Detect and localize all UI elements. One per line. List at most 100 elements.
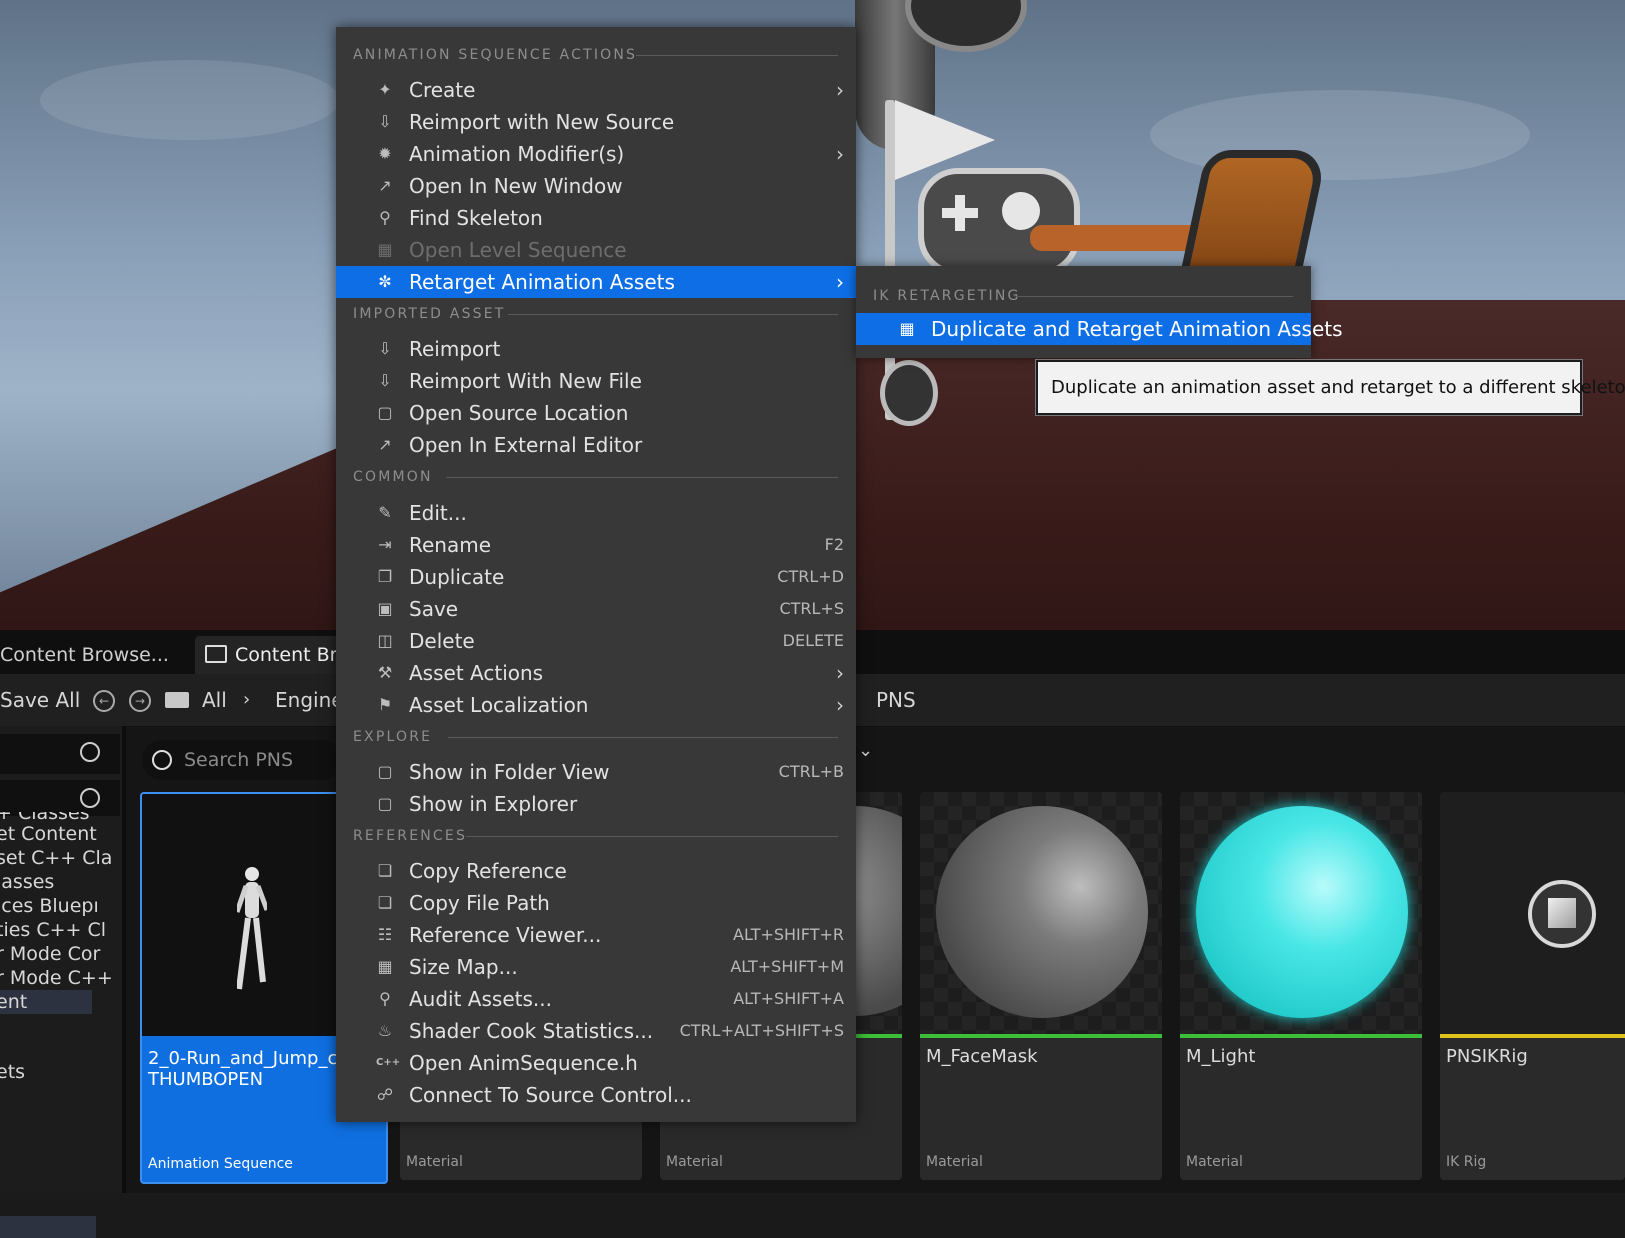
pencil-icon: ✎ (378, 503, 392, 522)
search-icon: ⚲ (379, 208, 391, 227)
menu-item-audit-assets[interactable]: ⚲ Audit Assets... ALT+SHIFT+A (336, 983, 856, 1015)
menu-item-asset-localization[interactable]: ⚑ Asset Localization › (336, 689, 856, 721)
cpp-icon: C++ (376, 1057, 401, 1068)
menu-item-connect-to-source-control[interactable]: ☍ Connect To Source Control... (336, 1079, 856, 1111)
menu-item-open-animsequence-h[interactable]: C++ Open AnimSequence.h (336, 1047, 856, 1079)
menu-item-edit[interactable]: ✎ Edit... (336, 497, 856, 529)
menu-item-copy-reference[interactable]: ❏ Copy Reference (336, 855, 856, 887)
tab-content-browser-2[interactable]: Content Bro (195, 636, 359, 674)
asset-tile-pnsikrig[interactable]: PNSIKRig IK Rig (1440, 792, 1625, 1180)
menu-item-retarget-animation-assets[interactable]: ✼ Retarget Animation Assets › (336, 266, 856, 298)
breadcrumb-pns[interactable]: PNS (876, 674, 916, 726)
breadcrumb-all[interactable]: All (202, 674, 227, 726)
tree-item[interactable]: ices Bluepı (0, 894, 122, 918)
create-icon: ✦ (378, 80, 392, 99)
tree-item[interactable]: r Mode C++ (0, 966, 122, 990)
forward-arrow-icon[interactable]: → (129, 690, 151, 712)
material-sphere (936, 806, 1148, 1018)
wheel-model (880, 360, 938, 426)
menu-item-reimport[interactable]: ⇩ Reimport (336, 333, 856, 365)
asset-tile-m-facemask[interactable]: M_FaceMask Material (920, 792, 1162, 1180)
external-window-icon: ↗ (378, 435, 392, 454)
gamepad-dpad (955, 195, 965, 231)
menu-item-reimport-with-new-source[interactable]: ⇩ Reimport with New Source (336, 106, 856, 138)
tree-item[interactable]: ties C++ Cl (0, 918, 122, 942)
menu-item-open-level-sequence: ▦ Open Level Sequence (377, 238, 627, 262)
tree-item[interactable]: r Mode Cor (0, 942, 122, 966)
tooltip-text: Duplicate an animation asset and retarge… (1051, 377, 1625, 398)
back-arrow-icon[interactable]: ← (93, 690, 115, 712)
menu-item-open-in-external-editor[interactable]: ↗ Open In External Editor (336, 429, 856, 461)
asset-type: Material (1186, 1154, 1243, 1170)
menu-item-save[interactable]: ▣ Save CTRL+S (336, 593, 856, 625)
menu-item-animation-modifiers[interactable]: ✹ Animation Modifier(s) › (336, 138, 856, 170)
asset-type: IK Rig (1446, 1154, 1487, 1170)
menu-item-open-source-location[interactable]: ▢ Open Source Location (336, 397, 856, 429)
save-all-button[interactable]: Save All (0, 674, 80, 726)
trash-icon: ◫ (377, 631, 393, 650)
search-icon (80, 742, 100, 762)
menu-item-reimport-with-new-file[interactable]: ⇩ Reimport With New File (336, 365, 856, 397)
save-icon: ▣ (377, 599, 393, 618)
copy-icon: ❏ (377, 893, 393, 912)
asset-name: PNSIKRig (1446, 1046, 1528, 1067)
menu-item-rename[interactable]: ⇥ Rename F2 (336, 529, 856, 561)
tab-label: Content Bro (235, 644, 349, 666)
chevron-right-icon: › (836, 142, 844, 166)
menu-item-find-skeleton[interactable]: ⚲ Find Skeleton (336, 202, 856, 234)
reimport-icon: ⇩ (378, 112, 392, 131)
reference-viewer-icon: ☷ (377, 925, 393, 944)
ik-rig-cube-icon (1528, 880, 1596, 948)
menu-item-asset-actions[interactable]: ⚒ Asset Actions › (336, 657, 856, 689)
menu-item-delete[interactable]: ◫ Delete DELETE (336, 625, 856, 657)
menu-item-reference-viewer[interactable]: ☷ Reference Viewer... ALT+SHIFT+R (336, 919, 856, 951)
menu-item-open-in-new-window[interactable]: ↗ Open In New Window (336, 170, 856, 202)
folder-icon: ▢ (377, 403, 393, 422)
menu-item-duplicate-and-retarget[interactable]: ▦ Duplicate and Retarget Animation Assets (856, 313, 1343, 345)
asset-type: Material (406, 1154, 463, 1170)
section-animation-sequence-actions: ANIMATION SEQUENCE ACTIONS (336, 41, 856, 69)
sources-filter-box[interactable] (0, 780, 120, 816)
tree-item-selected[interactable]: ent (0, 990, 92, 1014)
chevron-right-icon: › (836, 78, 844, 102)
asset-tile-m-light[interactable]: M_Light Material (1180, 792, 1422, 1180)
tree-item[interactable]: + Classes (0, 812, 122, 822)
menu-item-size-map[interactable]: ▦ Size Map... ALT+SHIFT+M (336, 951, 856, 983)
asset-thumbnail (920, 792, 1162, 1034)
folder-icon[interactable] (165, 692, 189, 708)
menu-item-show-in-folder-view[interactable]: ▢ Show in Folder View CTRL+B (336, 756, 856, 788)
retarget-submenu: IK RETARGETING ▦ Duplicate and Retarget A… (856, 266, 1343, 358)
rename-icon: ⇥ (378, 535, 392, 554)
section-explore: EXPLORE (336, 723, 856, 751)
menu-item-create[interactable]: ✦ Create › (336, 74, 856, 106)
asset-search-input[interactable]: Search PNS (142, 740, 342, 780)
content-browser-tab-icon (205, 645, 227, 663)
asset-type: Animation Sequence (148, 1156, 293, 1172)
chevron-right-icon: › (243, 689, 251, 710)
flag-icon: ⚑ (377, 695, 393, 714)
level-sequence-icon: ▦ (377, 240, 393, 259)
folder-search-icon: ▢ (377, 762, 393, 781)
tree-item[interactable]: et Content (0, 822, 122, 846)
gamepad-buttons (1002, 192, 1040, 230)
asset-type-bar (1180, 1034, 1422, 1038)
chevron-right-icon: › (836, 270, 844, 294)
tree-item[interactable]: lasses (0, 870, 122, 894)
gamepad-icon (918, 168, 1080, 276)
menu-item-shader-cook-statistics[interactable]: ♨ Shader Cook Statistics... CTRL+ALT+SHIFT… (336, 1015, 856, 1047)
tree-item[interactable]: set C++ Cla (0, 846, 122, 870)
menu-item-show-in-explorer[interactable]: ▢ Show in Explorer (336, 788, 856, 820)
menu-item-duplicate[interactable]: ❐ Duplicate CTRL+D (336, 561, 856, 593)
search-icon (152, 750, 172, 770)
breadcrumb-engine[interactable]: Engine (275, 674, 344, 726)
retarget-chart-icon: ▦ (899, 319, 915, 338)
modifier-icon: ✹ (378, 144, 392, 163)
sources-search-box[interactable] (0, 734, 120, 774)
asset-name: M_Light (1186, 1046, 1256, 1067)
size-map-icon: ▦ (377, 957, 393, 976)
tab-content-browser-1[interactable]: Content Browse... (0, 636, 179, 674)
chevron-down-icon[interactable]: ⌄ (858, 740, 873, 761)
section-ik-retargeting: IK RETARGETING (856, 282, 1311, 310)
menu-item-copy-file-path[interactable]: ❏ Copy File Path (336, 887, 856, 919)
tree-item[interactable]: ets (0, 1060, 122, 1084)
